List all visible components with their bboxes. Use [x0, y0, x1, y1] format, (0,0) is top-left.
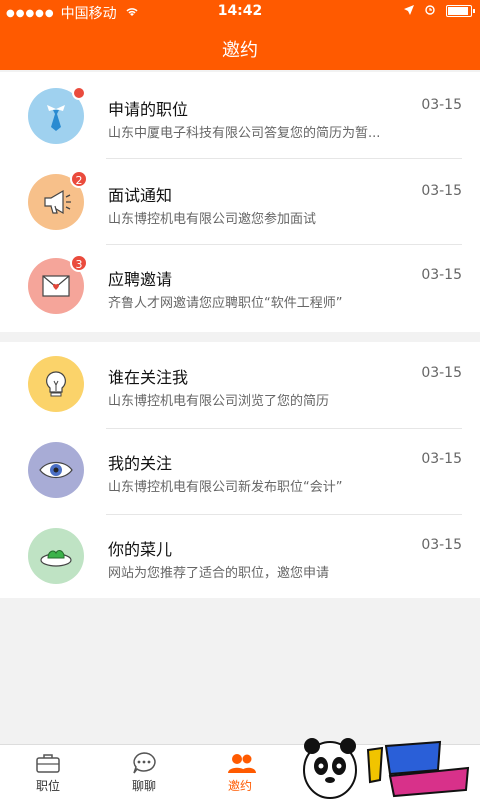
- item-title: 申请的职位: [108, 100, 189, 119]
- item-date: 03-15: [421, 365, 462, 381]
- item-title: 谁在关注我: [108, 368, 189, 387]
- count-badge: 3: [70, 254, 88, 272]
- item-subtitle: 山东中厦电子科技有限公司答复您的简历为暂...: [108, 126, 381, 141]
- count-badge: 2: [70, 170, 88, 188]
- list-item-who-follows-me[interactable]: 谁在关注我 山东博控机电有限公司浏览了您的简历 03-15: [0, 342, 480, 428]
- item-date: 03-15: [421, 183, 462, 199]
- tab-label: 聊聊: [131, 779, 156, 793]
- tie-icon: [28, 86, 86, 144]
- status-bar: ●●●●● 中国移动 14:42: [0, 0, 480, 24]
- envelope-icon: 3: [28, 254, 88, 314]
- item-subtitle: 齐鲁人才网邀请您应聘职位“软件工程师”: [108, 296, 343, 311]
- invitation-list-group-1: 申请的职位 山东中厦电子科技有限公司答复您的简历为暂... 03-15 2 面试…: [0, 72, 480, 332]
- briefcase-icon: [35, 751, 61, 775]
- item-date: 03-15: [421, 451, 462, 467]
- item-subtitle: 山东博控机电有限公司新发布职位“会计”: [108, 480, 343, 495]
- people-icon: [227, 751, 256, 775]
- status-right: [404, 3, 475, 18]
- location-arrow-icon: [404, 4, 414, 18]
- item-date: 03-15: [421, 267, 462, 283]
- list-item-interview-notice[interactable]: 2 面试通知 山东博控机电有限公司邀您参加面试 03-15: [0, 160, 480, 246]
- item-subtitle: 山东博控机电有限公司浏览了您的简历: [108, 394, 330, 409]
- page-title: 邀约: [222, 40, 258, 61]
- item-title: 面试通知: [108, 186, 173, 205]
- app-header: ●●●●● 中国移动 14:42 邀约: [0, 0, 480, 70]
- item-title: 应聘邀请: [108, 270, 173, 289]
- megaphone-icon: 2: [28, 170, 88, 230]
- eye-icon: [28, 442, 84, 498]
- item-subtitle: 网站为您推荐了适合的职位，邀您申请: [108, 566, 330, 581]
- chat-icon: [131, 751, 157, 775]
- lightbulb-icon: [28, 356, 84, 412]
- tab-invitations[interactable]: 邀约: [192, 745, 288, 800]
- item-date: 03-15: [421, 537, 462, 553]
- tab-positions[interactable]: 职位: [0, 745, 96, 800]
- tab-label: 职位: [35, 779, 60, 793]
- tab-label: 邀约: [227, 779, 252, 793]
- list-item-applied-positions[interactable]: 申请的职位 山东中厦电子科技有限公司答复您的简历为暂... 03-15: [0, 74, 480, 160]
- list-item-recommended[interactable]: 你的菜儿 网站为您推荐了适合的职位，邀您申请 03-15: [0, 514, 480, 600]
- list-item-my-follows[interactable]: 我的关注 山东博控机电有限公司新发布职位“会计” 03-15: [0, 428, 480, 514]
- invitation-list-group-2: 谁在关注我 山东博控机电有限公司浏览了您的简历 03-15 我的关注 山东博控机…: [0, 342, 480, 598]
- item-title: 我的关注: [108, 454, 173, 473]
- unread-dot-badge: [72, 86, 86, 100]
- item-title: 你的菜儿: [108, 540, 173, 559]
- divider: [106, 158, 462, 159]
- tab-chat[interactable]: 聊聊: [96, 745, 192, 800]
- list-item-job-invitation[interactable]: 3 应聘邀请 齐鲁人才网邀请您应聘职位“软件工程师” 03-15: [0, 244, 480, 330]
- item-subtitle: 山东博控机电有限公司邀您参加面试: [108, 212, 317, 227]
- watermark-logo: [290, 730, 480, 800]
- item-date: 03-15: [421, 97, 462, 113]
- battery-icon: [446, 4, 475, 17]
- dish-icon: [28, 528, 84, 584]
- alarm-icon: [424, 3, 436, 18]
